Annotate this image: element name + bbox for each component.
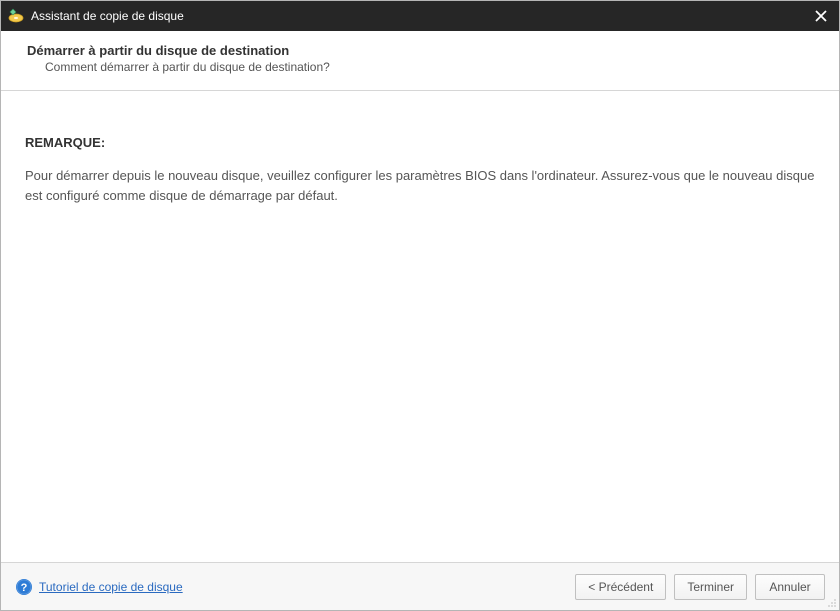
footer-left: ? Tutoriel de copie de disque xyxy=(15,578,183,596)
help-icon: ? xyxy=(15,578,33,596)
page-title: Démarrer à partir du disque de destinati… xyxy=(27,43,813,58)
header-panel: Démarrer à partir du disque de destinati… xyxy=(1,31,839,90)
tutorial-link[interactable]: Tutoriel de copie de disque xyxy=(39,580,183,594)
cancel-button[interactable]: Annuler xyxy=(755,574,825,600)
remark-body: Pour démarrer depuis le nouveau disque, … xyxy=(25,166,815,205)
back-button[interactable]: < Précédent xyxy=(575,574,666,600)
remark-heading: REMARQUE: xyxy=(25,135,815,150)
app-icon xyxy=(7,7,25,25)
page-subtitle: Comment démarrer à partir du disque de d… xyxy=(45,60,813,74)
window-title: Assistant de copie de disque xyxy=(31,9,803,23)
footer-right: < Précédent Terminer Annuler xyxy=(575,574,825,600)
content-panel: REMARQUE: Pour démarrer depuis le nouvea… xyxy=(1,90,839,562)
titlebar: Assistant de copie de disque xyxy=(1,1,839,31)
svg-text:?: ? xyxy=(21,582,28,594)
close-button[interactable] xyxy=(803,1,839,31)
finish-button[interactable]: Terminer xyxy=(674,574,747,600)
footer-bar: ? Tutoriel de copie de disque < Précéden… xyxy=(1,562,839,610)
resize-grip-icon[interactable] xyxy=(827,598,837,608)
